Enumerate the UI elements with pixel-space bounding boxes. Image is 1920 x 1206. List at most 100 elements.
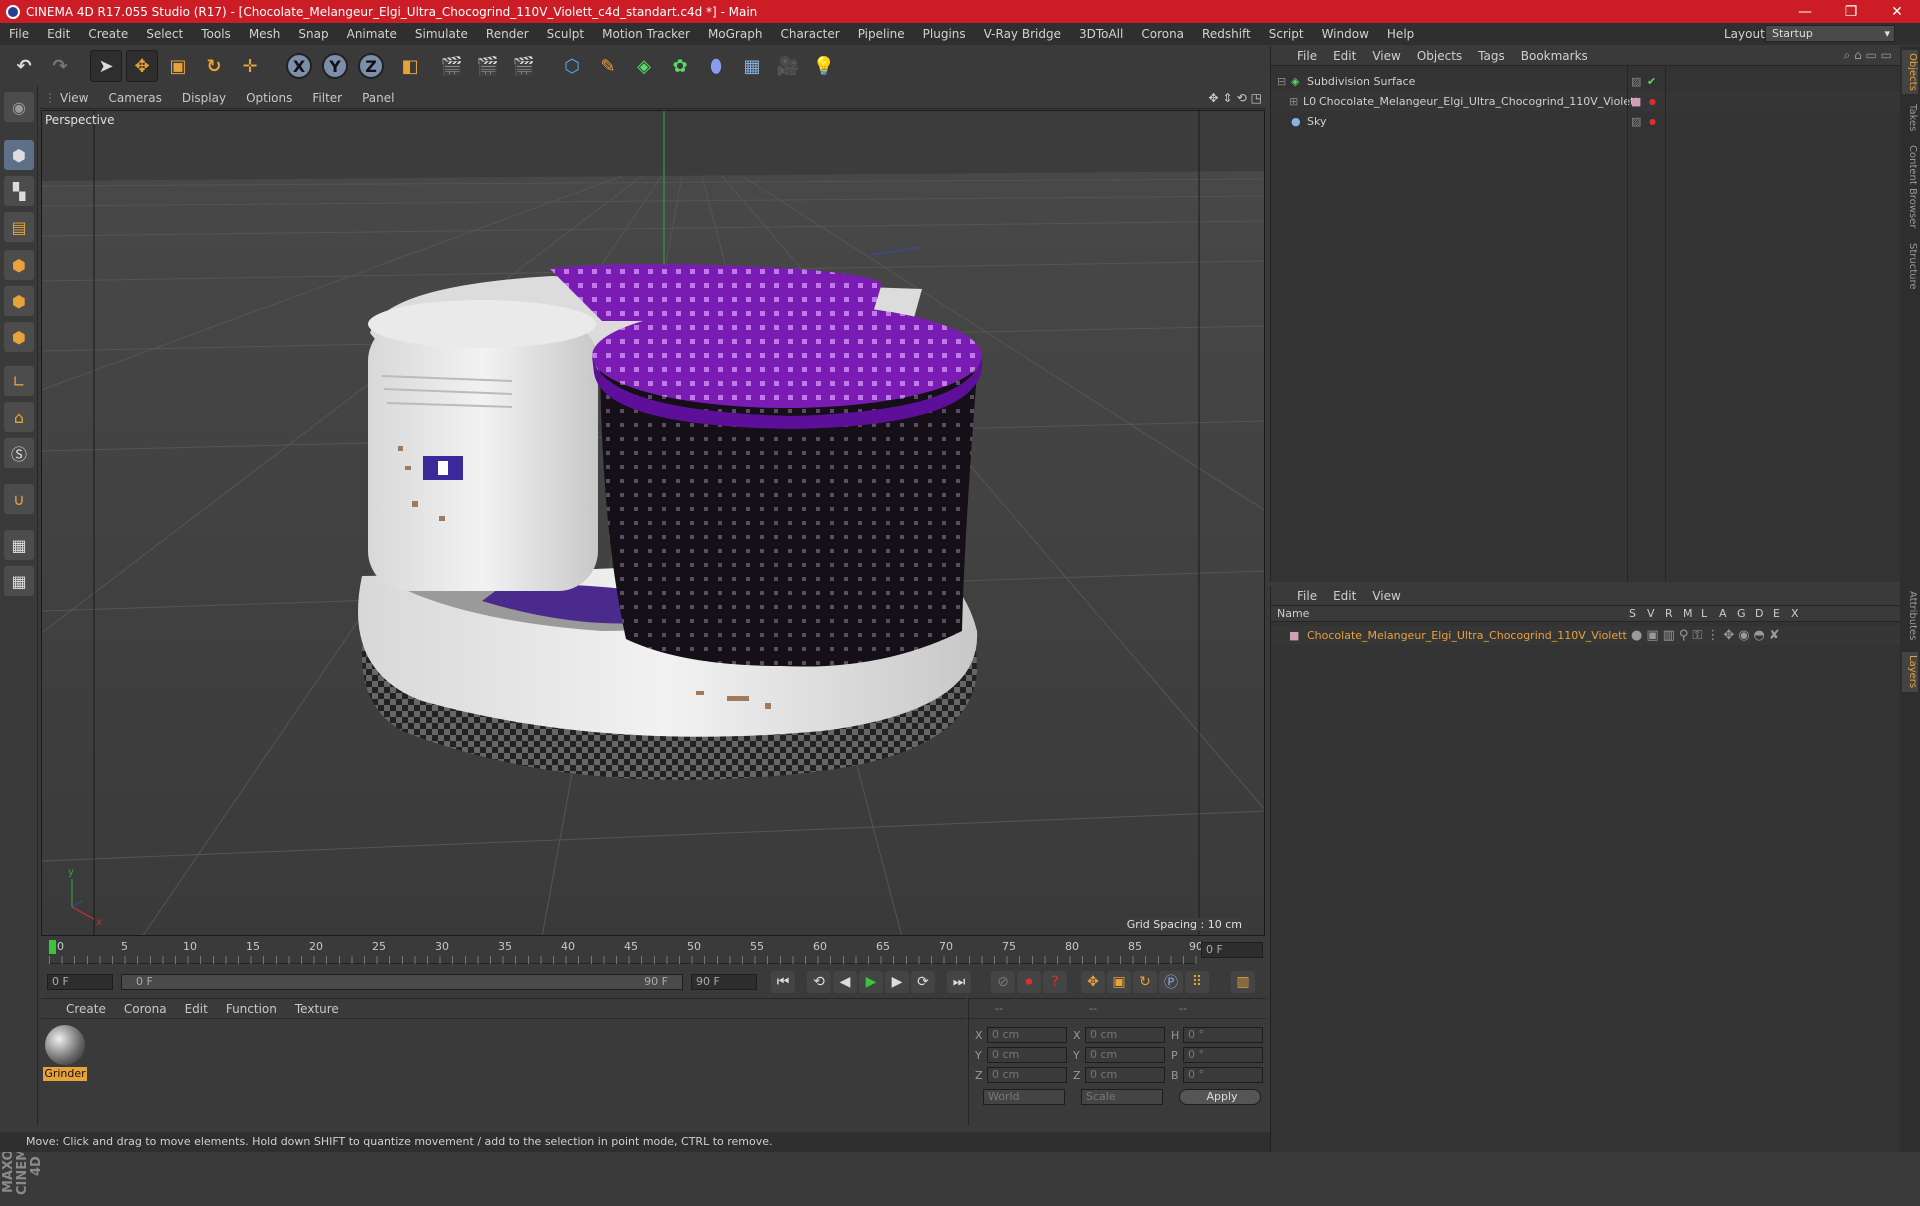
menu-file[interactable]: File <box>0 27 38 41</box>
workplane-mode-button[interactable]: ▤ <box>4 212 34 242</box>
previous-key-button[interactable]: ⟲ <box>807 971 831 993</box>
key-pla-button[interactable]: ⠿ <box>1185 971 1209 993</box>
timeline-window-button[interactable]: ▥ <box>1231 971 1255 993</box>
menu-sculpt[interactable]: Sculpt <box>538 27 593 41</box>
menu-mograph[interactable]: MoGraph <box>699 27 772 41</box>
tab-layers[interactable]: Layers <box>1902 652 1918 692</box>
record-keys-button[interactable]: ⊘ <box>991 971 1015 993</box>
menu-render[interactable]: Render <box>477 27 538 41</box>
coord-pos-y[interactable]: 0 cm <box>987 1047 1067 1063</box>
coord-rot-p[interactable]: 0 ° <box>1183 1047 1263 1063</box>
layer-toggle-icons[interactable]: ●▣▥⚲⚿⋮✥◉◓✘ <box>1631 626 1784 645</box>
viewport-menu-panel[interactable]: Panel <box>352 91 404 105</box>
workplane-align-button[interactable]: ▦ <box>4 566 34 596</box>
points-mode-button[interactable]: ⬢ <box>4 250 34 280</box>
key-position-button[interactable]: ✥ <box>1081 971 1105 993</box>
coord-rot-h[interactable]: 0 ° <box>1183 1027 1263 1043</box>
live-selection-button[interactable]: ➤ <box>90 50 122 82</box>
menu-simulate[interactable]: Simulate <box>406 27 477 41</box>
objects-menu-tags[interactable]: Tags <box>1470 49 1513 63</box>
layer-color-icon[interactable]: ■ <box>1289 626 1299 645</box>
tweak-mode-button[interactable]: ⌂ <box>4 402 34 432</box>
layer-row[interactable]: ■ Chocolate_Melangeur_Elgi_Ultra_Chocogr… <box>1271 626 1901 645</box>
coord-size-z[interactable]: 0 cm <box>1085 1067 1165 1083</box>
menu-corona[interactable]: Corona <box>1132 27 1193 41</box>
menu-redshift[interactable]: Redshift <box>1193 27 1260 41</box>
menu-plugins[interactable]: Plugins <box>914 27 975 41</box>
autokey-button[interactable]: ⏺ <box>1017 971 1041 993</box>
objects-menu-bookmarks[interactable]: Bookmarks <box>1513 49 1596 63</box>
add-light-button[interactable]: 💡 <box>808 50 840 82</box>
add-floor-button[interactable]: ▦ <box>736 50 768 82</box>
render-view-button[interactable]: 🎬 <box>436 50 468 82</box>
material-menu-function[interactable]: Function <box>217 1002 286 1016</box>
y-axis-lock-button[interactable]: Y <box>322 53 348 79</box>
menu-animate[interactable]: Animate <box>338 27 406 41</box>
object-row-sky[interactable]: ● Sky ▨ ● <box>1271 112 1901 131</box>
material-menu-create[interactable]: Create <box>57 1002 115 1016</box>
key-scale-button[interactable]: ▣ <box>1107 971 1131 993</box>
material-menu-texture[interactable]: Texture <box>286 1002 348 1016</box>
material-swatch-grinder[interactable]: Grinder <box>43 1025 87 1081</box>
menu-pipeline[interactable]: Pipeline <box>849 27 914 41</box>
menu-tools[interactable]: Tools <box>192 27 240 41</box>
menu-help[interactable]: Help <box>1378 27 1423 41</box>
visibility-dots-icon[interactable]: ● <box>1649 92 1656 111</box>
keyframe-selection-button[interactable]: ? <box>1043 971 1067 993</box>
key-rotation-button[interactable]: ↻ <box>1133 971 1157 993</box>
start-frame-field[interactable]: 0 F <box>47 974 113 990</box>
add-subdivision-button[interactable]: ◈ <box>628 50 660 82</box>
apply-button[interactable]: Apply <box>1179 1089 1261 1105</box>
material-menu-corona[interactable]: Corona <box>115 1002 176 1016</box>
viewport-menu-view[interactable]: View <box>50 91 98 105</box>
menu-edit[interactable]: Edit <box>38 27 79 41</box>
next-frame-button[interactable]: ▶ <box>885 971 909 993</box>
render-picture-viewer-button[interactable]: 🎬 <box>472 50 504 82</box>
play-button[interactable]: ▶ <box>859 971 883 993</box>
coord-size-x[interactable]: 0 cm <box>1085 1027 1165 1043</box>
layers-menu-file[interactable]: File <box>1289 589 1325 603</box>
menu-3dtoall[interactable]: 3DToAll <box>1070 27 1132 41</box>
undo-button[interactable]: ↶ <box>8 50 40 82</box>
material-menu-edit[interactable]: Edit <box>176 1002 217 1016</box>
menu-snap[interactable]: Snap <box>289 27 337 41</box>
texture-mode-button[interactable]: ▚ <box>4 176 34 206</box>
add-spline-button[interactable]: ✎ <box>592 50 624 82</box>
magnet-button[interactable]: ∪ <box>4 484 34 514</box>
coord-mode-select[interactable]: Scale <box>1081 1089 1163 1105</box>
timeline-ruler[interactable]: 0 5 10 15 20 25 30 35 40 45 50 55 60 65 … <box>41 938 1265 968</box>
object-row-subdivision[interactable]: ⊟ ◈ Subdivision Surface ▨ ✔ <box>1271 72 1901 91</box>
transform-tool-button[interactable]: ✛ <box>234 50 266 82</box>
previous-frame-button[interactable]: ◀ <box>833 971 857 993</box>
end-frame-field[interactable]: 90 F <box>691 974 757 990</box>
dolly-icon[interactable]: ⇕ <box>1223 91 1233 105</box>
render-settings-button[interactable]: 🎬 <box>508 50 540 82</box>
key-parameter-button[interactable]: Ⓟ <box>1159 971 1183 993</box>
tab-attributes[interactable]: Attributes <box>1902 586 1918 646</box>
edges-mode-button[interactable]: ⬢ <box>4 286 34 316</box>
layout-select[interactable]: Startup ▾ <box>1765 25 1895 42</box>
enabled-check-icon[interactable]: ✔ <box>1647 72 1656 91</box>
objects-menu-file[interactable]: File <box>1289 49 1325 63</box>
tab-takes[interactable]: Takes <box>1902 102 1918 134</box>
current-frame-field[interactable]: 0 F <box>1201 942 1263 958</box>
move-tool-button[interactable]: ✥ <box>126 50 158 82</box>
playhead-marker[interactable] <box>49 940 56 954</box>
next-key-button[interactable]: ⟳ <box>911 971 935 993</box>
menu-select[interactable]: Select <box>137 27 192 41</box>
frame-range-slider[interactable]: 0 F 90 F <box>121 974 683 990</box>
maximize-view-icon[interactable]: ◳ <box>1251 91 1262 105</box>
visibility-toggle-icon[interactable]: ▨ <box>1631 72 1641 91</box>
coord-size-y[interactable]: 0 cm <box>1085 1047 1165 1063</box>
restore-button[interactable]: ❐ <box>1828 0 1874 23</box>
menu-vray-bridge[interactable]: V-Ray Bridge <box>975 27 1070 41</box>
visibility-toggle-icon[interactable]: ▨ <box>1631 112 1641 131</box>
layers-menu-edit[interactable]: Edit <box>1325 589 1364 603</box>
tab-content-browser[interactable]: Content Browser <box>1902 142 1918 232</box>
menu-create[interactable]: Create <box>79 27 137 41</box>
orbit-icon[interactable]: ⟲ <box>1237 91 1247 105</box>
make-editable-button[interactable]: ◉ <box>4 92 34 122</box>
menu-motion-tracker[interactable]: Motion Tracker <box>593 27 699 41</box>
expand-toggle-icon[interactable]: ⊟ <box>1277 72 1286 91</box>
add-camera-button[interactable]: 🎥 <box>772 50 804 82</box>
